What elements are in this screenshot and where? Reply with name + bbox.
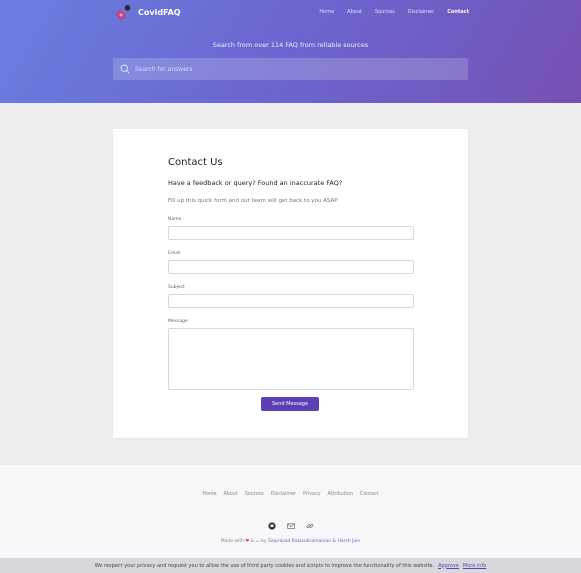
nav-sources[interactable]: Sources (375, 9, 395, 15)
coffee-icon: ☕ (255, 539, 260, 544)
footer-link-attribution[interactable]: Attribution (327, 492, 353, 497)
subject-field[interactable] (168, 294, 414, 308)
link-icon[interactable] (306, 515, 314, 528)
footer-nav: Home About Sources Disclaimer Privacy At… (0, 492, 581, 497)
mail-icon[interactable] (286, 515, 295, 529)
search-tagline: Search from over 114 FAQ from reliable s… (212, 41, 369, 49)
message-label: Message (168, 319, 188, 324)
footer-link-disclaimer[interactable]: Disclaimer (271, 492, 296, 497)
send-message-button[interactable]: Send Message (261, 397, 319, 411)
name-field[interactable] (168, 226, 414, 240)
subject-label: Subject (168, 285, 185, 290)
main-nav: Home About Sources Disclaimer Contact (319, 9, 469, 15)
footer: Home About Sources Disclaimer Privacy At… (0, 465, 581, 558)
approve-cookies-link[interactable]: Approve (438, 563, 459, 569)
made-with-text: Made with (220, 539, 244, 544)
brand-name[interactable]: CovidFAQ (138, 8, 181, 17)
github-icon[interactable] (267, 515, 276, 530)
footer-link-privacy[interactable]: Privacy (303, 492, 320, 497)
made-and-text: & (250, 539, 255, 544)
footer-link-about[interactable]: About (224, 492, 238, 497)
name-label: Name (168, 217, 182, 222)
made-with-credit: Made with ❤ & ☕ by Saiprasad Balasubrama… (0, 539, 581, 544)
authors-link[interactable]: Saiprasad Balasubramanian & Harsh Jain (268, 539, 360, 544)
contact-subtitle: Have a feedback or query? Found an inacc… (168, 179, 343, 187)
footer-link-home[interactable]: Home (202, 492, 216, 497)
search-icon (120, 64, 130, 74)
email-label: Email (168, 251, 181, 256)
footer-social (0, 515, 581, 530)
nav-contact[interactable]: Contact (447, 9, 469, 15)
footer-link-contact[interactable]: Contact (360, 492, 379, 497)
page-title: Contact Us (168, 157, 223, 168)
cookie-text: We respect your privacy and request you … (94, 562, 435, 569)
nav-about[interactable]: About (347, 9, 362, 15)
contact-card: Contact Us Have a feedback or query? Fou… (113, 129, 468, 438)
heart-icon: ❤ (245, 539, 250, 544)
more-info-link[interactable]: More info (463, 563, 486, 569)
cookie-banner: We respect your privacy and request you … (0, 558, 581, 573)
nav-disclaimer[interactable]: Disclaimer (408, 9, 434, 15)
email-field[interactable] (168, 260, 414, 274)
search-bar[interactable] (113, 58, 468, 80)
search-input[interactable] (135, 58, 460, 80)
nav-home[interactable]: Home (319, 9, 334, 15)
virus-logo-icon[interactable] (113, 3, 133, 23)
message-field[interactable] (168, 328, 414, 390)
hero-header: CovidFAQ Home About Sources Disclaimer C… (0, 0, 581, 103)
footer-link-sources[interactable]: Sources (245, 492, 264, 497)
made-by-text: by (261, 539, 267, 544)
contact-description: Fill up this quick form and our team wil… (168, 198, 338, 204)
